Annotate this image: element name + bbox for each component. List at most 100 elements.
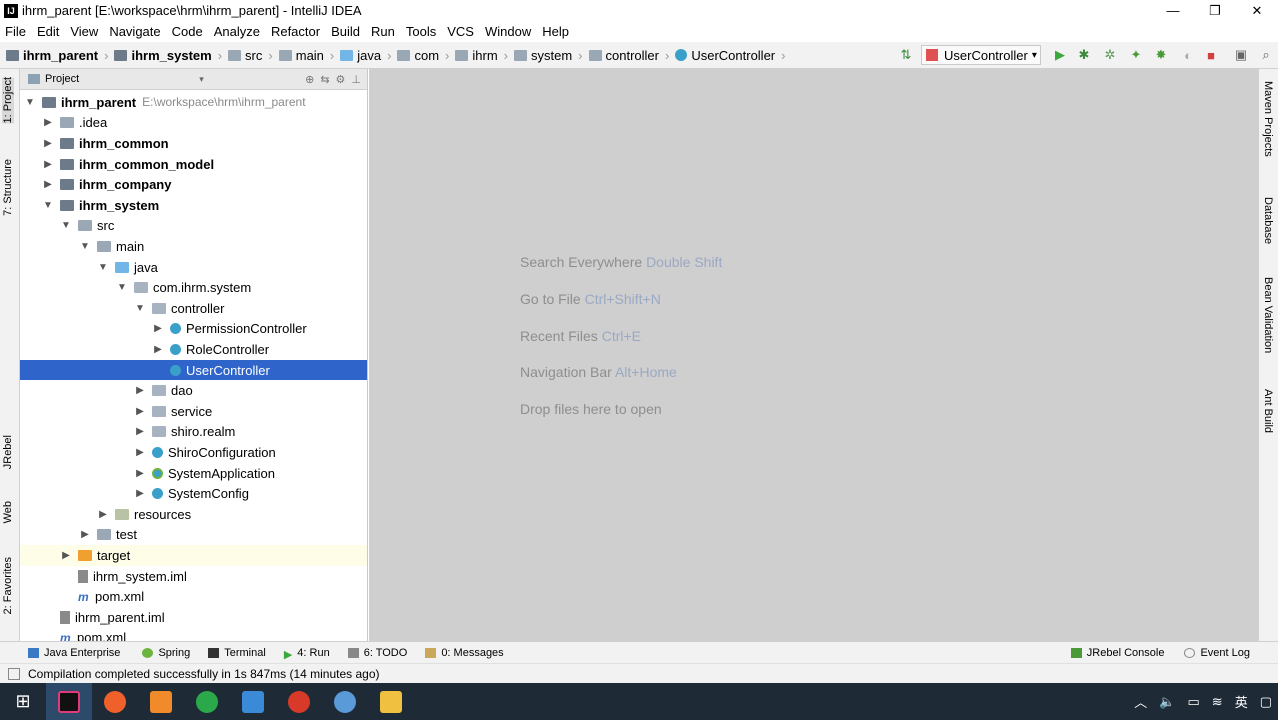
tree-node-ihrm-system[interactable]: ▼ ihrm_system xyxy=(20,195,367,216)
tree-node-test[interactable]: ▶ test xyxy=(20,525,367,546)
tree-node-pom-xml[interactable]: m pom.xml xyxy=(20,586,367,607)
maximize-button[interactable]: ❐ xyxy=(1194,0,1236,21)
tree-node-main[interactable]: ▼ main xyxy=(20,236,367,257)
breadcrumb-system[interactable]: system › xyxy=(514,48,583,63)
tree-node-systemapplication[interactable]: ▶ SystemApplication xyxy=(20,463,367,484)
scroll-from-source-icon[interactable]: ⊕ xyxy=(305,73,314,86)
menu-help[interactable]: Help xyxy=(537,24,575,39)
breadcrumb-controller[interactable]: controller › xyxy=(588,48,669,63)
hide-panel-icon[interactable]: ⊥ xyxy=(351,73,361,86)
tree-node-service[interactable]: ▶ service xyxy=(20,401,367,422)
tree-node-ihrm-system-iml[interactable]: ihrm_system.iml xyxy=(20,566,367,587)
menu-edit[interactable]: Edit xyxy=(32,24,65,39)
app-red-taskbar-icon[interactable] xyxy=(276,683,322,720)
tree-node-idea[interactable]: ▶ .idea xyxy=(20,113,367,134)
tree-node-shiroconfiguration[interactable]: ▶ ShiroConfiguration xyxy=(20,442,367,463)
tree-node-ihrm-common-model[interactable]: ▶ ihrm_common_model xyxy=(20,154,367,175)
menu-build[interactable]: Build xyxy=(326,24,366,39)
tree-node-rolecontroller[interactable]: ▶ RoleController xyxy=(20,339,367,360)
minimize-button[interactable]: — xyxy=(1152,0,1194,21)
notifications-icon[interactable]: ▢ xyxy=(1260,694,1272,710)
tool-run[interactable]: ▶ 4: Run xyxy=(284,647,330,661)
chevron-up-icon[interactable]: ︿ xyxy=(1134,692,1147,711)
tree-node-ihrm-parent-iml[interactable]: ihrm_parent.iml xyxy=(20,607,367,628)
breadcrumb-main[interactable]: main › xyxy=(278,48,334,63)
tool-window-toggle-icon[interactable] xyxy=(8,667,20,680)
app-blue-taskbar-icon[interactable] xyxy=(322,683,368,720)
menu-window[interactable]: Window xyxy=(480,24,537,39)
breadcrumb-ihrm-system[interactable]: ihrm_system › xyxy=(114,48,222,63)
tree-node-usercontroller[interactable]: UserController xyxy=(20,359,367,381)
input-method-indicator[interactable]: 英 xyxy=(1235,692,1248,711)
menu-file[interactable]: File xyxy=(0,24,32,39)
volume-icon[interactable]: 🔈 xyxy=(1159,694,1175,710)
tool-jrebel-console[interactable]: JRebel Console xyxy=(1070,647,1164,659)
breadcrumb-usercontroller[interactable]: UserController › xyxy=(675,48,785,63)
battery-icon[interactable]: ▭ xyxy=(1187,694,1199,710)
build-project-icon[interactable]: ⇅ xyxy=(898,47,914,62)
menu-tools[interactable]: Tools xyxy=(401,24,442,39)
menu-view[interactable]: View xyxy=(65,24,104,39)
menu-code[interactable]: Code xyxy=(167,24,209,39)
tree-node-permissioncontroller[interactable]: ▶ PermissionController xyxy=(20,319,367,340)
tab-bean-validation[interactable]: Bean Validation xyxy=(1262,277,1274,353)
jrebel-debug-icon[interactable]: ✸ xyxy=(1153,47,1169,62)
tree-node-ihrm-parent[interactable]: ▼ ihrm_parent E:\workspace\hrm\ihrm_parent xyxy=(20,92,367,113)
tree-node-resources[interactable]: ▶ resources xyxy=(20,504,367,525)
network-icon[interactable]: ≋ xyxy=(1212,694,1223,710)
tool-terminal[interactable]: Terminal xyxy=(208,647,266,659)
app-window-taskbar-icon[interactable] xyxy=(230,683,276,720)
tree-node-target[interactable]: ▶ target xyxy=(20,545,367,566)
tab-web[interactable]: Web xyxy=(2,501,14,523)
tree-node-shiro-realm[interactable]: ▶ shiro.realm xyxy=(20,422,367,443)
firefox-taskbar-icon[interactable] xyxy=(92,683,138,720)
debug-icon[interactable]: ✱ xyxy=(1076,47,1092,62)
menu-navigate[interactable]: Navigate xyxy=(104,24,166,39)
tab-jrebel[interactable]: JRebel xyxy=(2,435,14,469)
tool-spring[interactable]: Spring xyxy=(142,647,190,659)
menu-refactor[interactable]: Refactor xyxy=(266,24,326,39)
menu-analyze[interactable]: Analyze xyxy=(209,24,266,39)
attach-icon[interactable]: ◐ xyxy=(1180,48,1196,63)
tree-node-src[interactable]: ▼ src xyxy=(20,216,367,237)
intellij-taskbar-icon[interactable] xyxy=(46,683,92,720)
tool-messages[interactable]: 0: Messages xyxy=(425,647,504,659)
tool-todo[interactable]: 6: TODO xyxy=(347,647,407,659)
tab-maven-projects[interactable]: Maven Projects xyxy=(1262,81,1274,157)
app-green-taskbar-icon[interactable] xyxy=(184,683,230,720)
menu-vcs[interactable]: VCS xyxy=(442,24,480,39)
project-structure-icon[interactable]: ▣ xyxy=(1233,47,1249,62)
windows-start-icon[interactable]: ⊞ xyxy=(0,683,46,720)
tree-node-ihrm-company[interactable]: ▶ ihrm_company xyxy=(20,174,367,195)
breadcrumb-ihrm-parent[interactable]: ihrm_parent › xyxy=(6,48,108,63)
breadcrumb-src[interactable]: src › xyxy=(228,48,273,63)
tab-favorites[interactable]: 2: Favorites xyxy=(2,557,14,614)
run-icon[interactable]: ▶ xyxy=(1052,47,1068,62)
close-button[interactable]: ✕ xyxy=(1236,0,1278,21)
file-explorer-taskbar-icon[interactable] xyxy=(368,683,414,720)
menu-run[interactable]: Run xyxy=(366,24,401,39)
run-configuration-select[interactable]: UserController ▾ xyxy=(921,45,1041,65)
chevron-down-icon[interactable]: ▾ xyxy=(199,74,204,85)
tab-ant-build[interactable]: Ant Build xyxy=(1262,389,1274,433)
tool-java-enterprise[interactable]: Java Enterprise xyxy=(28,647,120,659)
app-orange-taskbar-icon[interactable] xyxy=(138,683,184,720)
tree-node-parent-pom-xml[interactable]: m pom.xml xyxy=(20,628,367,641)
tree-node-com-ihrm-system[interactable]: ▼ com.ihrm.system xyxy=(20,277,367,298)
search-icon[interactable]: ⌕ xyxy=(1258,47,1274,62)
tab-project[interactable]: 1: Project xyxy=(2,77,14,124)
jrebel-run-icon[interactable]: ✦ xyxy=(1128,47,1144,62)
tab-structure[interactable]: 7: Structure xyxy=(2,159,14,216)
tree-node-systemconfig[interactable]: ▶ SystemConfig xyxy=(20,483,367,504)
tree-node-dao[interactable]: ▶ dao xyxy=(20,380,367,401)
tree-node-ihrm-common[interactable]: ▶ ihrm_common xyxy=(20,133,367,154)
tab-database[interactable]: Database xyxy=(1262,197,1274,244)
tool-event-log[interactable]: Event Log xyxy=(1184,647,1250,659)
collapse-all-icon[interactable]: ⇆ xyxy=(320,73,329,86)
stop-icon[interactable]: ■ xyxy=(1203,48,1219,63)
breadcrumb-java[interactable]: java › xyxy=(340,48,391,63)
tree-node-controller[interactable]: ▼ controller xyxy=(20,298,367,319)
coverage-icon[interactable]: ✲ xyxy=(1102,47,1118,62)
breadcrumb-com[interactable]: com › xyxy=(397,48,449,63)
gear-icon[interactable]: ⚙ xyxy=(336,73,346,86)
